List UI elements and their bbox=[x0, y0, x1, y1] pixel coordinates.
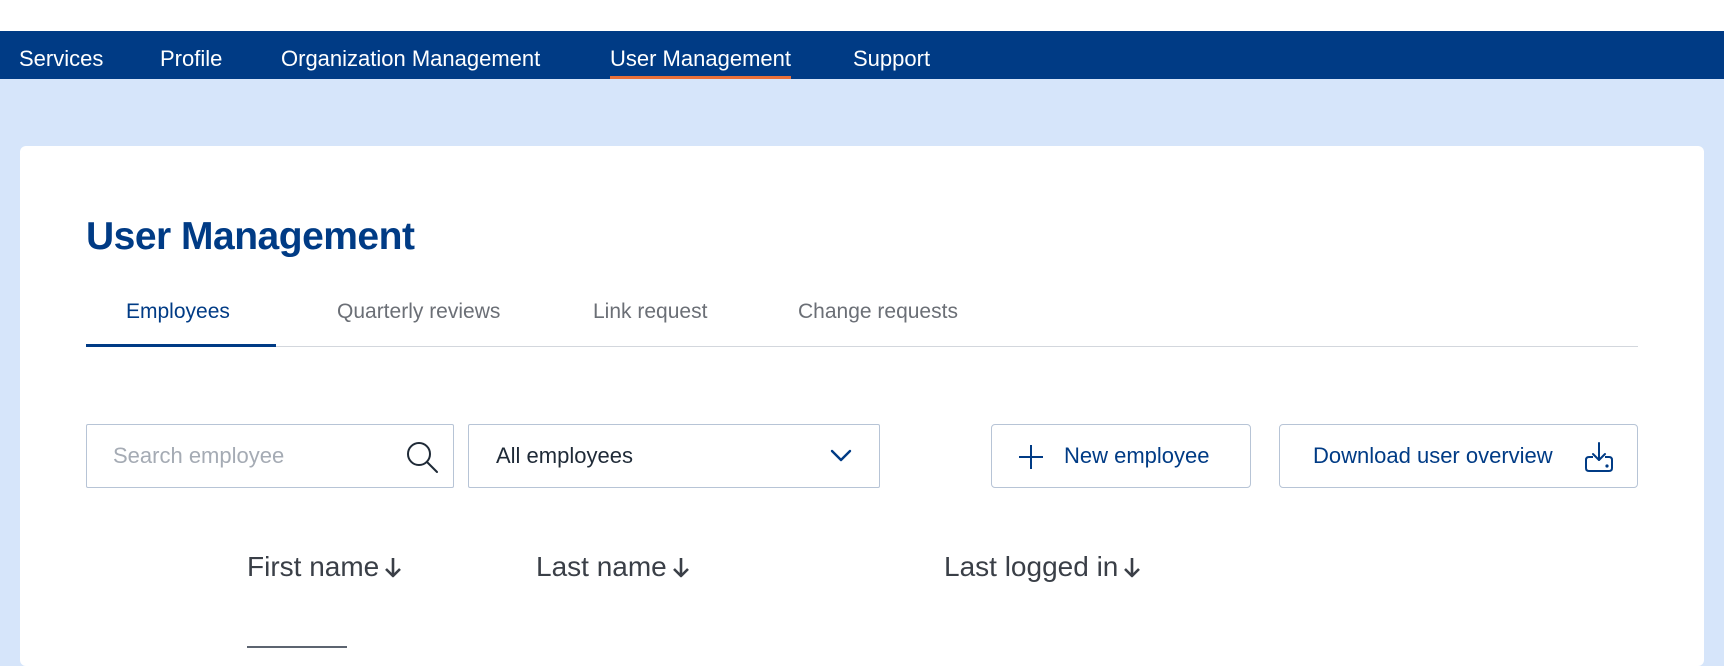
nav-item-user-management[interactable]: User Management bbox=[610, 31, 791, 79]
arrow-down-icon bbox=[1124, 557, 1141, 577]
search-input[interactable] bbox=[87, 425, 413, 487]
arrow-down-icon bbox=[385, 557, 402, 577]
employee-filter-select[interactable]: All employees bbox=[468, 424, 880, 488]
download-user-overview-label: Download user overview bbox=[1313, 443, 1553, 468]
new-employee-label: New employee bbox=[1064, 443, 1210, 468]
top-navigation: Services Profile Organization Management… bbox=[0, 31, 1724, 79]
chevron-down-icon bbox=[829, 446, 853, 466]
search-icon[interactable] bbox=[405, 440, 439, 474]
tab-change-requests[interactable]: Change requests bbox=[798, 301, 958, 346]
column-header-first-name-label: First name bbox=[247, 551, 380, 582]
column-header-last-name[interactable]: Last name bbox=[536, 550, 691, 584]
column-header-first-name[interactable]: First name bbox=[247, 550, 403, 584]
table-row[interactable] bbox=[247, 646, 347, 658]
column-header-last-logged-in-label: Last logged in bbox=[944, 551, 1119, 582]
nav-item-profile[interactable]: Profile bbox=[160, 31, 222, 79]
download-icon bbox=[1583, 441, 1615, 473]
top-strip bbox=[0, 0, 1724, 31]
download-user-overview-button[interactable]: Download user overview bbox=[1279, 424, 1638, 488]
tab-bar: Employees Quarterly reviews Link request… bbox=[86, 301, 1638, 347]
search-box bbox=[86, 424, 454, 488]
employee-filter-value: All employees bbox=[496, 443, 633, 468]
plus-icon bbox=[1018, 444, 1044, 470]
column-header-last-name-label: Last name bbox=[536, 551, 667, 582]
column-header-last-logged-in[interactable]: Last logged in bbox=[944, 550, 1142, 584]
content-card: User Management Employees Quarterly revi… bbox=[20, 146, 1704, 666]
nav-item-support[interactable]: Support bbox=[853, 31, 930, 79]
arrow-down-icon bbox=[672, 557, 689, 577]
nav-item-services[interactable]: Services bbox=[19, 31, 103, 79]
tab-quarterly-reviews[interactable]: Quarterly reviews bbox=[337, 301, 500, 346]
page-title: User Management bbox=[86, 215, 415, 258]
active-tab-indicator bbox=[86, 344, 276, 347]
nav-item-organization-management[interactable]: Organization Management bbox=[281, 31, 540, 79]
tab-employees[interactable]: Employees bbox=[126, 301, 230, 346]
new-employee-button[interactable]: New employee bbox=[991, 424, 1251, 488]
tab-link-request[interactable]: Link request bbox=[593, 301, 707, 346]
